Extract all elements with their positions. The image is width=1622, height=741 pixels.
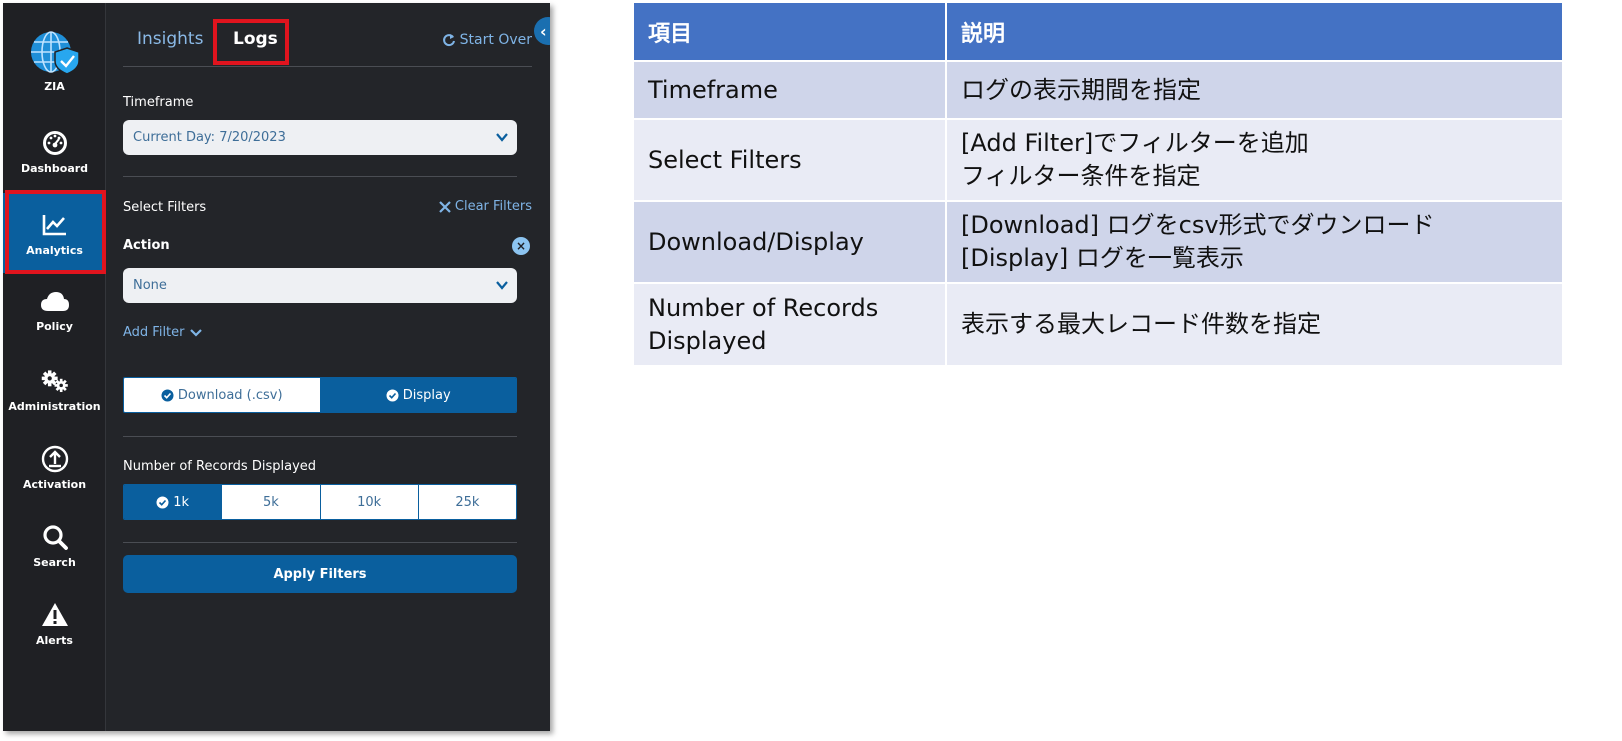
records-label: Number of Records Displayed [123, 459, 317, 474]
chevron-down-icon [496, 281, 508, 290]
clear-filters-label: Clear Filters [454, 199, 532, 214]
warning-icon [40, 600, 70, 630]
option-label: 25k [455, 494, 480, 510]
sidebar-item-alerts[interactable]: Alerts [3, 583, 106, 663]
sidebar-item-label: Search [33, 555, 76, 569]
records-option-25k[interactable]: 25k [418, 485, 516, 519]
table-header-row: 項目 説明 [634, 3, 1564, 61]
description-line: [Add Filter]でフィルターを追加 [961, 129, 1309, 157]
sidebar-item-label: Analytics [26, 243, 83, 257]
table-row: Timeframe ログの表示期間を指定 [634, 60, 1564, 119]
description-cell: [Download] ログをcsv形式でダウンロード [Display] ログを… [946, 200, 1564, 283]
item-cell: Select Filters [634, 118, 947, 201]
column-header-description: 説明 [946, 3, 1564, 61]
description-cell: ログの表示期間を指定 [946, 60, 1564, 119]
sidebar-item-administration[interactable]: Administration [3, 349, 106, 429]
sidebar-item-search[interactable]: Search [3, 505, 106, 585]
table-row: Select Filters [Add Filter]でフィルターを追加 フィル… [634, 118, 1564, 201]
divider [123, 542, 517, 543]
app-window: ZIA Dashboard Analytics Policy Administr… [3, 3, 550, 731]
item-cell: Timeframe [634, 60, 947, 119]
sidebar-item-label: Alerts [36, 633, 73, 647]
column-header-item: 項目 [634, 3, 947, 61]
check-circle-icon [386, 389, 399, 401]
sidebar-item-label: Dashboard [20, 161, 89, 175]
close-icon [439, 200, 451, 213]
action-filter-label: Action [123, 238, 170, 253]
table-row: Number of Records Displayed 表示する最大レコード件数… [634, 282, 1564, 365]
remove-filter-icon[interactable]: × [512, 237, 530, 255]
check-circle-icon [161, 389, 174, 401]
sidebar-item-activation[interactable]: Activation [3, 427, 106, 507]
timeframe-value: Current Day: 7/20/2023 [133, 130, 286, 145]
logs-panel: Insights Logs Start Over ‹ Timeframe Cur… [107, 3, 550, 731]
records-option-10k[interactable]: 10k [320, 485, 419, 519]
output-mode-toggle: Download (.csv) Display [123, 377, 517, 413]
check-circle-icon [156, 496, 169, 508]
divider [123, 176, 517, 177]
item-cell: Download/Display [634, 200, 947, 283]
clear-filters-button[interactable]: Clear Filters [439, 199, 532, 214]
option-label: 5k [262, 494, 279, 510]
add-filter-button[interactable]: Add Filter [123, 325, 203, 340]
add-filter-label: Add Filter [123, 325, 185, 340]
download-csv-option[interactable]: Download (.csv) [124, 378, 321, 412]
timeframe-select[interactable]: Current Day: 7/20/2023 [123, 120, 517, 155]
action-filter-value: None [133, 278, 167, 293]
apply-filters-button[interactable]: Apply Filters [123, 555, 517, 593]
table-row: Download/Display [Download] ログをcsv形式でダウン… [634, 200, 1564, 283]
records-option-5k[interactable]: 5k [222, 485, 321, 519]
description-line: ログの表示期間を指定 [961, 75, 1201, 104]
records-option-1k[interactable]: 1k [124, 485, 223, 519]
search-icon [40, 522, 70, 552]
sidebar-item-label: Activation [22, 477, 87, 491]
display-option[interactable]: Display [320, 378, 516, 412]
collapse-panel-button[interactable]: ‹ [534, 17, 550, 45]
chevron-down-icon [496, 133, 508, 142]
sidebar-item-label: Policy [36, 319, 73, 333]
start-over-button[interactable]: Start Over [442, 32, 532, 48]
item-cell: Number of Records Displayed [634, 282, 947, 365]
start-over-label: Start Over [459, 32, 532, 48]
tab-logs[interactable]: Logs [233, 29, 278, 49]
chevron-down-icon [189, 328, 202, 337]
description-cell: 表示する最大レコード件数を指定 [946, 282, 1564, 365]
sidebar-item-zia[interactable]: ZIA [3, 21, 106, 101]
cloud-icon [40, 286, 70, 316]
option-label: Download (.csv) [177, 387, 283, 403]
sidebar-item-dashboard[interactable]: Dashboard [3, 111, 106, 191]
option-label: 1k [173, 494, 190, 510]
timeframe-label: Timeframe [123, 95, 194, 110]
description-line: フィルター条件を指定 [961, 162, 1201, 190]
gears-icon [40, 366, 70, 396]
description-cell: [Add Filter]でフィルターを追加 フィルター条件を指定 [946, 118, 1564, 201]
upload-icon [40, 444, 70, 474]
option-label: 10k [357, 494, 382, 510]
line-chart-icon [40, 210, 70, 240]
sidebar-item-label: Administration [8, 399, 101, 413]
action-filter-select[interactable]: None [123, 268, 517, 303]
sidebar-item-label: ZIA [44, 79, 65, 93]
globe-shield-icon [29, 30, 81, 76]
records-toggle: 1k 5k 10k 25k [123, 484, 517, 520]
sidebar: ZIA Dashboard Analytics Policy Administr… [3, 3, 106, 731]
tab-bar: Insights Logs Start Over [123, 23, 532, 67]
select-filters-label: Select Filters [123, 200, 207, 215]
tab-insights[interactable]: Insights [137, 29, 203, 49]
description-table: 項目 説明 Timeframe ログの表示期間を指定 Select Filter… [634, 3, 1564, 365]
refresh-icon [442, 34, 455, 47]
description-line: 表示する最大レコード件数を指定 [961, 310, 1321, 338]
gauge-icon [40, 128, 70, 158]
chevron-left-icon: ‹ [540, 21, 547, 41]
divider [123, 436, 517, 437]
description-line: [Download] ログをcsv形式でダウンロード [961, 211, 1435, 239]
sidebar-item-analytics[interactable]: Analytics [3, 193, 106, 273]
description-line: [Display] ログを一覧表示 [961, 244, 1244, 272]
option-label: Display [402, 387, 451, 403]
sidebar-item-policy[interactable]: Policy [3, 269, 106, 349]
